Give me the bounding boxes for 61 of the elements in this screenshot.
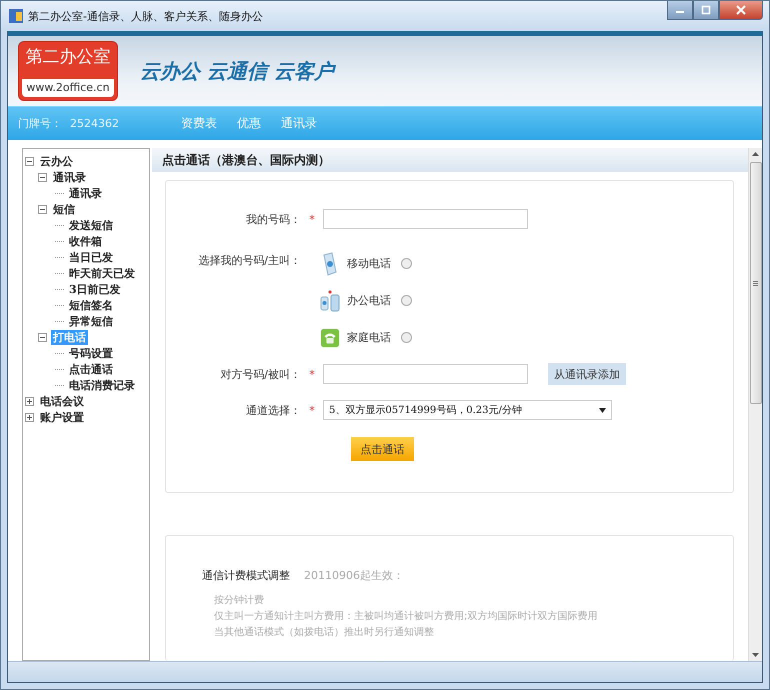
tree-item[interactable]: 电话消费记录 [67, 378, 137, 392]
notice-text: 仅主叫一方通知计主叫方费用：主被叫均通计被叫方费用;双方均国际时计双方国际费用 [213, 610, 598, 624]
dropdown-arrow-icon [599, 408, 606, 412]
tree-item[interactable]: 通讯录 [51, 170, 88, 184]
tree-item[interactable]: 号码设置 [67, 346, 115, 360]
tree-item[interactable]: 收件箱 [67, 234, 104, 248]
add-from-contacts-button[interactable]: 从通讯录添加 [548, 363, 626, 385]
option-label: 移动电话 [347, 256, 391, 271]
minimize-button[interactable] [667, 1, 693, 20]
slogan: 云办公 云通信 云客户 [140, 58, 334, 84]
window-title: 第二办公室-通信录、人脉、客户关系、随身办公 [28, 8, 263, 24]
phones-icon [319, 288, 341, 312]
tree-item[interactable]: 短信签名 [67, 298, 115, 312]
field-label: 我的号码： [245, 212, 301, 226]
collapse-icon[interactable] [38, 332, 47, 342]
tree-item[interactable]: 云办公 [38, 154, 75, 168]
radio-button[interactable] [401, 258, 412, 269]
logo: 第二办公室 www.2office.cn [18, 41, 118, 101]
radio-button[interactable] [401, 295, 412, 306]
maximize-icon [701, 5, 711, 15]
radio-button[interactable] [401, 332, 412, 343]
maximize-button[interactable] [693, 1, 719, 20]
tree-item[interactable]: 发送短信 [67, 218, 115, 232]
field-label: 选择我的号码/主叫： [197, 253, 301, 268]
required-mark: * [308, 404, 316, 416]
collapse-icon[interactable] [25, 156, 34, 166]
channel-dropdown[interactable]: 5、双方显示05714999号码，0.23元/分钟 [323, 400, 612, 420]
tree-item[interactable]: 异常短信 [67, 314, 115, 328]
option-label: 家庭电话 [347, 330, 391, 345]
collapse-icon[interactable] [38, 172, 47, 182]
expand-icon[interactable] [25, 412, 34, 422]
required-mark: * [308, 368, 316, 380]
tree-item[interactable]: 通讯录 [67, 186, 104, 200]
tree-item[interactable]: 点击通话 [67, 362, 115, 376]
option-label: 办公电话 [347, 293, 391, 308]
panel-header: 点击通话（港澳台、国际内测） [152, 148, 748, 172]
account-number: 2524362 [70, 117, 119, 130]
field-label: 通道选择： [245, 402, 301, 418]
input-field[interactable] [323, 209, 528, 229]
app-icon [9, 9, 23, 23]
tree-item[interactable]: 3日前已发 [67, 282, 123, 296]
account-label: 门牌号： [18, 116, 62, 131]
telephone-icon [319, 328, 341, 348]
scrollbar[interactable] [748, 148, 762, 661]
tree-item[interactable]: 短信 [51, 202, 77, 216]
field-label: 对方号码/被叫： [219, 366, 301, 382]
call-button[interactable]: 点击通话 [351, 437, 414, 461]
expand-icon[interactable] [25, 396, 34, 406]
tree-item[interactable]: 账户设置 [38, 410, 86, 424]
close-button[interactable] [719, 1, 763, 20]
close-icon [736, 5, 746, 15]
required-mark: * [308, 212, 316, 226]
notice-text: 按分钟计费 [213, 594, 265, 608]
tree-item[interactable]: 昨天前天已发 [67, 266, 137, 280]
tree-item[interactable]: 电话会议 [38, 394, 86, 408]
notice-date: 20110906起生效： [304, 568, 404, 583]
collapse-icon[interactable] [38, 204, 47, 214]
input-field[interactable] [323, 364, 528, 384]
tree-item[interactable]: 当日已发 [67, 250, 115, 264]
notice-text: 当其他通话模式（如拨电话）推出时另行通知调整 [213, 626, 435, 640]
notice-title: 通信计费模式调整 [202, 568, 290, 583]
